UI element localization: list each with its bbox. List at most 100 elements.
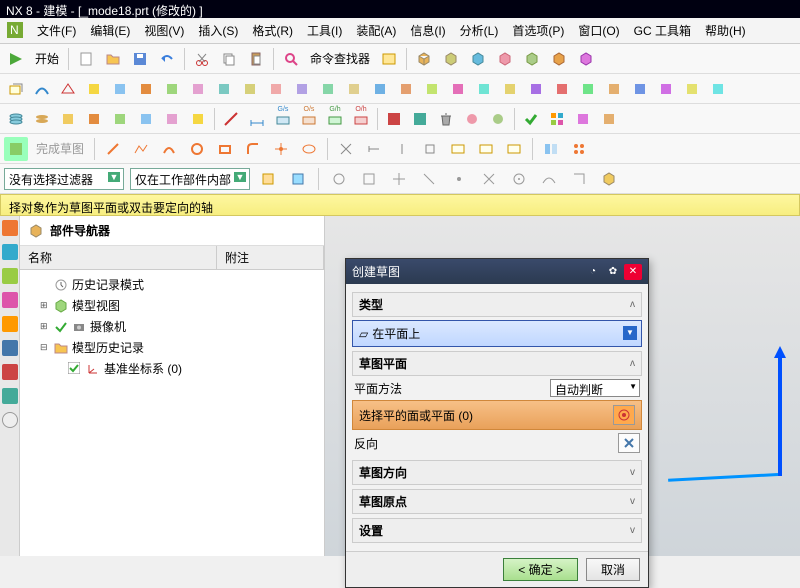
feature-icon[interactable]: [134, 77, 158, 101]
feature-icon[interactable]: [342, 77, 366, 101]
snap-icon[interactable]: [537, 167, 561, 191]
mirror-icon[interactable]: [539, 137, 563, 161]
dialog-gear-icon[interactable]: ✿: [604, 264, 622, 280]
cube-icon-6[interactable]: [547, 47, 571, 71]
feature-icon[interactable]: [680, 77, 704, 101]
cube-icon-4[interactable]: [493, 47, 517, 71]
menu-tools[interactable]: 工具(I): [302, 20, 347, 41]
select-face-row[interactable]: 选择平的面或平面 (0): [352, 400, 642, 430]
save-icon[interactable]: [128, 47, 152, 71]
feature-icon[interactable]: [446, 77, 470, 101]
feature-icon[interactable]: [628, 77, 652, 101]
nav-tab-icon[interactable]: [2, 220, 18, 236]
plane-method-combo[interactable]: 自动判断: [550, 379, 640, 397]
tool-icon[interactable]: [134, 107, 158, 131]
nav-tab-icon[interactable]: [2, 268, 18, 284]
menu-edit[interactable]: 编辑(E): [85, 20, 135, 41]
undo-icon[interactable]: [155, 47, 179, 71]
polyline-icon[interactable]: [129, 137, 153, 161]
feature-icon[interactable]: [498, 77, 522, 101]
datum-icon[interactable]: [56, 77, 80, 101]
constraint-icon[interactable]: [334, 137, 358, 161]
fillet-icon[interactable]: [241, 137, 265, 161]
tree-node-datum[interactable]: 基准坐标系 (0): [26, 358, 318, 379]
feature-icon[interactable]: [212, 77, 236, 101]
nav-tab-icon[interactable]: [2, 316, 18, 332]
cut-icon[interactable]: [190, 47, 214, 71]
sel-icon[interactable]: [286, 167, 310, 191]
tree-node-history-mode[interactable]: 历史记录模式: [26, 274, 318, 295]
trash-icon[interactable]: [434, 107, 458, 131]
tree-node-model-view[interactable]: ⊞ 模型视图: [26, 295, 318, 316]
menu-view[interactable]: 视图(V): [139, 20, 189, 41]
gds-icon[interactable]: G/h: [323, 107, 347, 131]
arc-icon[interactable]: [157, 137, 181, 161]
dialog-titlebar[interactable]: 创建草图 ◔ ✿ ✕: [346, 259, 648, 284]
measure-icon[interactable]: [219, 107, 243, 131]
feature-icon[interactable]: [472, 77, 496, 101]
dim-icon[interactable]: [446, 137, 470, 161]
sketch-icon[interactable]: [4, 77, 28, 101]
color-icon[interactable]: [408, 107, 432, 131]
section-orient[interactable]: 草图方向v: [352, 460, 642, 485]
section-settings[interactable]: 设置v: [352, 518, 642, 543]
nav-tab-icon[interactable]: [2, 364, 18, 380]
constraint-icon[interactable]: [390, 137, 414, 161]
cube-icon-3[interactable]: [466, 47, 490, 71]
feature-icon[interactable]: [82, 77, 106, 101]
menu-prefs[interactable]: 首选项(P): [507, 20, 569, 41]
new-file-icon[interactable]: [74, 47, 98, 71]
paste-icon[interactable]: [244, 47, 268, 71]
gds-icon[interactable]: O/s: [297, 107, 321, 131]
scope-combo[interactable]: 仅在工作部件内部: [130, 168, 250, 190]
cube-icon-5[interactable]: [520, 47, 544, 71]
feature-icon[interactable]: [654, 77, 678, 101]
tool-icon[interactable]: [56, 107, 80, 131]
snap-icon[interactable]: [387, 167, 411, 191]
feature-icon[interactable]: [238, 77, 262, 101]
clock-icon[interactable]: [2, 412, 18, 428]
menu-analysis[interactable]: 分析(L): [455, 20, 504, 41]
sel-icon[interactable]: [256, 167, 280, 191]
filter-combo[interactable]: 没有选择过滤器: [4, 168, 124, 190]
tool-icon[interactable]: [571, 107, 595, 131]
feature-icon[interactable]: [108, 77, 132, 101]
dim-icon[interactable]: [502, 137, 526, 161]
snap-icon[interactable]: [417, 167, 441, 191]
dialog-help-icon[interactable]: ◔: [584, 264, 602, 280]
tool-icon[interactable]: [186, 107, 210, 131]
menu-gc-toolbox[interactable]: GC 工具箱: [629, 20, 696, 41]
search-icon[interactable]: [279, 47, 303, 71]
constraint-icon[interactable]: [418, 137, 442, 161]
select-target-icon[interactable]: [613, 405, 635, 425]
check-icon[interactable]: [519, 107, 543, 131]
section-type[interactable]: 类型ʌ: [352, 292, 642, 317]
nav-tab-icon[interactable]: [2, 340, 18, 356]
menu-insert[interactable]: 插入(S): [193, 20, 243, 41]
snap-icon[interactable]: [447, 167, 471, 191]
finish-sketch-icon[interactable]: [4, 137, 28, 161]
snap-icon[interactable]: [477, 167, 501, 191]
gds-icon[interactable]: G/s: [271, 107, 295, 131]
layers-icon[interactable]: [4, 107, 28, 131]
menu-info[interactable]: 信息(I): [405, 20, 450, 41]
snap-icon[interactable]: [327, 167, 351, 191]
ellipse-icon[interactable]: [297, 137, 321, 161]
color-icon[interactable]: [382, 107, 406, 131]
circle-icon[interactable]: [185, 137, 209, 161]
menu-format[interactable]: 格式(R): [247, 20, 298, 41]
feature-icon[interactable]: [576, 77, 600, 101]
cube-icon-1[interactable]: [412, 47, 436, 71]
tool-icon[interactable]: [486, 107, 510, 131]
menu-assembly[interactable]: 装配(A): [351, 20, 401, 41]
tool-icon[interactable]: [460, 107, 484, 131]
line-icon[interactable]: [101, 137, 125, 161]
menu-window[interactable]: 窗口(O): [573, 20, 624, 41]
constraint-icon[interactable]: [362, 137, 386, 161]
type-combo[interactable]: ▱在平面上: [352, 320, 642, 347]
section-origin[interactable]: 草图原点v: [352, 489, 642, 514]
tool-icon[interactable]: [160, 107, 184, 131]
point-icon[interactable]: [269, 137, 293, 161]
feature-icon[interactable]: [706, 77, 730, 101]
tool-icon[interactable]: [108, 107, 132, 131]
